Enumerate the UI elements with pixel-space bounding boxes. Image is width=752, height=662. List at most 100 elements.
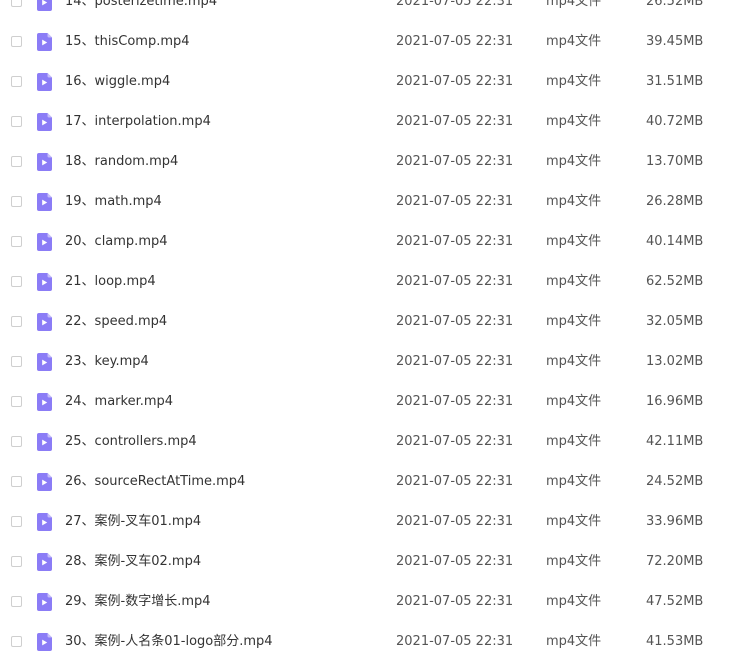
file-modified-date: 2021-07-05 22:31: [396, 314, 514, 329]
file-name[interactable]: 23、key.mp4: [65, 342, 149, 382]
file-row[interactable]: 22、speed.mp4 2021-07-05 22:31 mp4文件 32.0…: [0, 302, 752, 342]
file-size: 32.05MB: [646, 314, 704, 329]
file-name[interactable]: 25、controllers.mp4: [65, 422, 197, 462]
file-row[interactable]: 24、marker.mp4 2021-07-05 22:31 mp4文件 16.…: [0, 382, 752, 422]
file-row[interactable]: 26、sourceRectAtTime.mp4 2021-07-05 22:31…: [0, 462, 752, 502]
row-checkbox[interactable]: [11, 196, 22, 207]
file-row[interactable]: 16、wiggle.mp4 2021-07-05 22:31 mp4文件 31.…: [0, 62, 752, 102]
file-size: 16.96MB: [646, 394, 704, 409]
video-file-icon: [37, 553, 52, 571]
file-type: mp4文件: [546, 434, 602, 449]
row-checkbox[interactable]: [11, 516, 22, 527]
file-modified-date: 2021-07-05 22:31: [396, 634, 514, 649]
file-name[interactable]: 27、案例-叉车01.mp4: [65, 502, 201, 542]
video-file-icon: [37, 513, 52, 531]
file-list: 14、posterizetime.mp4 2021-07-05 22:31 mp…: [0, 0, 752, 662]
file-type: mp4文件: [546, 314, 602, 329]
file-modified-date: 2021-07-05 22:31: [396, 74, 514, 89]
row-checkbox[interactable]: [11, 116, 22, 127]
file-name[interactable]: 30、案例-人名条01-logo部分.mp4: [65, 622, 273, 662]
file-modified-date: 2021-07-05 22:31: [396, 234, 514, 249]
file-type: mp4文件: [546, 74, 602, 89]
file-name[interactable]: 24、marker.mp4: [65, 382, 173, 422]
file-modified-date: 2021-07-05 22:31: [396, 394, 514, 409]
file-name[interactable]: 15、thisComp.mp4: [65, 22, 190, 62]
row-checkbox[interactable]: [11, 156, 22, 167]
file-type: mp4文件: [546, 194, 602, 209]
file-modified-date: 2021-07-05 22:31: [396, 34, 514, 49]
video-file-icon: [37, 393, 52, 411]
file-size: 39.45MB: [646, 34, 704, 49]
file-name[interactable]: 21、loop.mp4: [65, 262, 156, 302]
file-row[interactable]: 21、loop.mp4 2021-07-05 22:31 mp4文件 62.52…: [0, 262, 752, 302]
file-name[interactable]: 28、案例-叉车02.mp4: [65, 542, 201, 582]
video-file-icon: [37, 313, 52, 331]
file-row[interactable]: 23、key.mp4 2021-07-05 22:31 mp4文件 13.02M…: [0, 342, 752, 382]
file-size: 33.96MB: [646, 514, 704, 529]
row-checkbox[interactable]: [11, 76, 22, 87]
file-size: 42.11MB: [646, 434, 704, 449]
file-name[interactable]: 20、clamp.mp4: [65, 222, 168, 262]
file-name[interactable]: 19、math.mp4: [65, 182, 162, 222]
video-file-icon: [37, 33, 52, 51]
file-type: mp4文件: [546, 594, 602, 609]
video-file-icon: [37, 593, 52, 611]
file-type: mp4文件: [546, 634, 602, 649]
file-modified-date: 2021-07-05 22:31: [396, 554, 514, 569]
file-row[interactable]: 28、案例-叉车02.mp4 2021-07-05 22:31 mp4文件 72…: [0, 542, 752, 582]
file-row[interactable]: 14、posterizetime.mp4 2021-07-05 22:31 mp…: [0, 0, 752, 22]
row-checkbox[interactable]: [11, 36, 22, 47]
file-size: 62.52MB: [646, 274, 704, 289]
file-size: 40.72MB: [646, 114, 704, 129]
file-size: 31.51MB: [646, 74, 704, 89]
row-checkbox[interactable]: [11, 596, 22, 607]
video-file-icon: [37, 113, 52, 131]
video-file-icon: [37, 433, 52, 451]
file-name[interactable]: 17、interpolation.mp4: [65, 102, 211, 142]
file-row[interactable]: 19、math.mp4 2021-07-05 22:31 mp4文件 26.28…: [0, 182, 752, 222]
row-checkbox[interactable]: [11, 436, 22, 447]
file-row[interactable]: 20、clamp.mp4 2021-07-05 22:31 mp4文件 40.1…: [0, 222, 752, 262]
file-row[interactable]: 25、controllers.mp4 2021-07-05 22:31 mp4文…: [0, 422, 752, 462]
file-modified-date: 2021-07-05 22:31: [396, 434, 514, 449]
file-name[interactable]: 18、random.mp4: [65, 142, 178, 182]
row-checkbox[interactable]: [11, 396, 22, 407]
row-checkbox[interactable]: [11, 356, 22, 367]
row-checkbox[interactable]: [11, 636, 22, 647]
file-name[interactable]: 14、posterizetime.mp4: [65, 0, 217, 22]
file-size: 13.02MB: [646, 354, 704, 369]
row-checkbox[interactable]: [11, 276, 22, 287]
file-type: mp4文件: [546, 394, 602, 409]
file-name[interactable]: 29、案例-数字增长.mp4: [65, 582, 211, 622]
file-modified-date: 2021-07-05 22:31: [396, 514, 514, 529]
file-size: 47.52MB: [646, 594, 704, 609]
file-row[interactable]: 27、案例-叉车01.mp4 2021-07-05 22:31 mp4文件 33…: [0, 502, 752, 542]
video-file-icon: [37, 473, 52, 491]
file-modified-date: 2021-07-05 22:31: [396, 594, 514, 609]
file-row[interactable]: 15、thisComp.mp4 2021-07-05 22:31 mp4文件 3…: [0, 22, 752, 62]
file-type: mp4文件: [546, 554, 602, 569]
file-modified-date: 2021-07-05 22:31: [396, 114, 514, 129]
file-size: 26.28MB: [646, 194, 704, 209]
file-row[interactable]: 17、interpolation.mp4 2021-07-05 22:31 mp…: [0, 102, 752, 142]
row-checkbox[interactable]: [11, 236, 22, 247]
file-name[interactable]: 16、wiggle.mp4: [65, 62, 170, 102]
row-checkbox[interactable]: [11, 316, 22, 327]
file-row[interactable]: 30、案例-人名条01-logo部分.mp4 2021-07-05 22:31 …: [0, 622, 752, 662]
row-checkbox[interactable]: [11, 556, 22, 567]
file-row[interactable]: 18、random.mp4 2021-07-05 22:31 mp4文件 13.…: [0, 142, 752, 182]
file-name[interactable]: 22、speed.mp4: [65, 302, 167, 342]
row-checkbox[interactable]: [11, 476, 22, 487]
file-type: mp4文件: [546, 0, 602, 9]
file-name[interactable]: 26、sourceRectAtTime.mp4: [65, 462, 245, 502]
file-type: mp4文件: [546, 474, 602, 489]
video-file-icon: [37, 0, 52, 11]
row-checkbox[interactable]: [11, 0, 22, 7]
file-type: mp4文件: [546, 354, 602, 369]
file-type: mp4文件: [546, 234, 602, 249]
file-row[interactable]: 29、案例-数字增长.mp4 2021-07-05 22:31 mp4文件 47…: [0, 582, 752, 622]
file-modified-date: 2021-07-05 22:31: [396, 154, 514, 169]
file-modified-date: 2021-07-05 22:31: [396, 0, 514, 9]
video-file-icon: [37, 153, 52, 171]
file-type: mp4文件: [546, 114, 602, 129]
